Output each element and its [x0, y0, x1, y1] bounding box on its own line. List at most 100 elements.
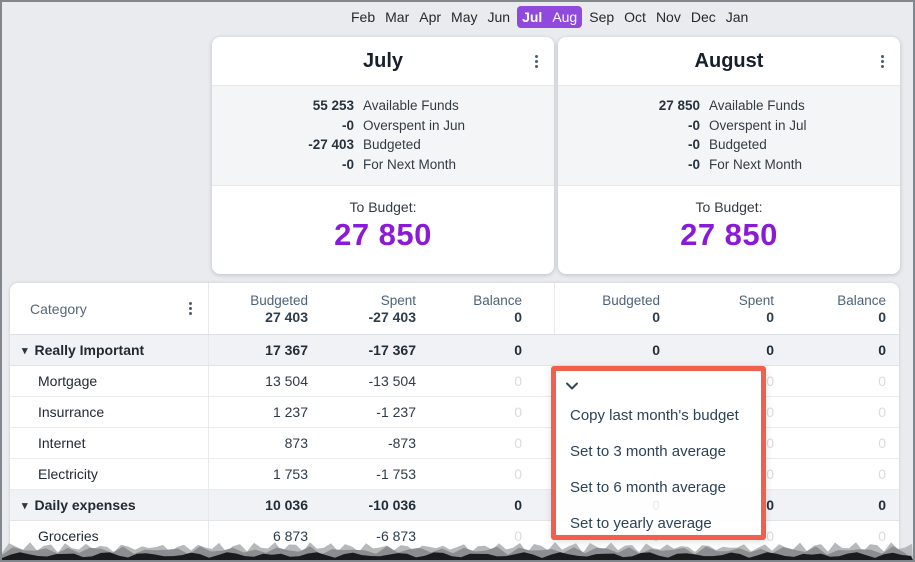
card-title-july: July	[363, 50, 403, 73]
month-selector: FebMarAprMayJunJulAugSepOctNovDecJan	[346, 2, 753, 31]
month-tab-jan[interactable]: Jan	[721, 6, 754, 28]
cell-value[interactable]: 0	[555, 342, 660, 358]
stat-label: Available Funds	[363, 96, 459, 116]
stat-value: -0	[558, 155, 700, 175]
header-august-spent[interactable]: Spent 0	[660, 283, 774, 334]
month-card-august: August 27 850Available Funds-0Overspent …	[558, 37, 900, 274]
budget-actions-menu: Copy last month's budgetSet to 3 month a…	[551, 366, 766, 540]
category-name: Insurrance	[10, 397, 209, 427]
stat-label: Budgeted	[363, 135, 421, 155]
menu-item-set-to-yearly-average[interactable]: Set to yearly average	[556, 506, 761, 542]
month-tab-feb[interactable]: Feb	[346, 6, 380, 28]
cell-value[interactable]: 17 367	[209, 342, 308, 358]
category-name: Internet	[10, 428, 209, 458]
cell-value[interactable]: 0	[416, 466, 522, 482]
header-july-balance[interactable]: Balance 0	[416, 283, 522, 334]
month-tab-mar[interactable]: Mar	[380, 6, 414, 28]
category-header-label: Category	[30, 301, 87, 317]
month-tab-apr[interactable]: Apr	[414, 6, 446, 28]
card-header: July	[212, 37, 554, 86]
card-stats-july: 55 253Available Funds-0Overspent in Jun-…	[212, 86, 554, 186]
chevron-down-icon[interactable]	[565, 378, 579, 396]
category-name: Electricity	[10, 459, 209, 489]
cell-value[interactable]: 0	[774, 342, 886, 358]
cell-value[interactable]: 0	[774, 435, 886, 451]
to-budget-value: 27 850	[212, 217, 554, 253]
caret-down-icon[interactable]: ▾	[22, 344, 28, 357]
cell-value[interactable]: 0	[416, 342, 522, 358]
header-august-budgeted[interactable]: Budgeted 0	[555, 283, 660, 334]
menu-item-copy-last-month-s-budget[interactable]: Copy last month's budget	[556, 398, 761, 434]
caret-down-icon[interactable]: ▾	[22, 499, 28, 512]
cell-value[interactable]: -13 504	[308, 373, 416, 389]
kebab-menu-icon[interactable]	[531, 51, 542, 72]
cell-value[interactable]: -10 036	[308, 497, 416, 513]
month-tab-jun[interactable]: Jun	[483, 6, 516, 28]
stat-label: Overspent in Jun	[363, 116, 465, 136]
cell-value[interactable]: 0	[416, 373, 522, 389]
header-august-balance[interactable]: Balance 0	[774, 283, 886, 334]
stat-value: -0	[558, 135, 700, 155]
menu-item-set-to-6-month-average[interactable]: Set to 6 month average	[556, 470, 761, 506]
stat-line: 55 253Available Funds	[212, 96, 554, 116]
category-label: Electricity	[38, 466, 98, 482]
category-name: ▾ Daily expenses	[10, 490, 209, 520]
stat-value: -0	[212, 116, 354, 136]
stat-label: For Next Month	[709, 155, 802, 175]
stat-label: Overspent in Jul	[709, 116, 807, 136]
cell-value[interactable]: 0	[774, 466, 886, 482]
cell-value[interactable]: 10 036	[209, 497, 308, 513]
to-budget-value: 27 850	[558, 217, 900, 253]
month-tab-jul[interactable]: Jul	[517, 6, 547, 28]
cell-value[interactable]: 0	[774, 404, 886, 420]
cell-value[interactable]: 0	[416, 435, 522, 451]
category-header-cell: Category	[10, 283, 209, 334]
cell-value[interactable]: -1 753	[308, 466, 416, 482]
table-row-really-important[interactable]: ▾Really Important17 367-17 3670000	[10, 335, 899, 366]
stat-value: -0	[212, 155, 354, 175]
cell-value[interactable]: -17 367	[308, 342, 416, 358]
header-july-spent[interactable]: Spent -27 403	[308, 283, 416, 334]
stat-line: -27 403Budgeted	[212, 135, 554, 155]
cell-value[interactable]: 0	[416, 404, 522, 420]
to-budget-block-july: To Budget: 27 850	[212, 186, 554, 253]
month-tab-sep[interactable]: Sep	[584, 6, 619, 28]
month-tab-nov[interactable]: Nov	[651, 6, 686, 28]
cell-value[interactable]: 1 237	[209, 404, 308, 420]
category-label: Daily expenses	[35, 497, 136, 513]
menu-item-set-to-3-month-average[interactable]: Set to 3 month average	[556, 434, 761, 470]
month-tab-aug[interactable]: Aug	[547, 6, 582, 28]
stat-label: Budgeted	[709, 135, 767, 155]
cell-value[interactable]: -1 237	[308, 404, 416, 420]
stat-line: -0 For Next Month	[558, 155, 900, 175]
cell-value[interactable]: 873	[209, 435, 308, 451]
cell-value[interactable]: 0	[774, 497, 886, 513]
card-title-august: August	[695, 50, 764, 73]
cell-value[interactable]: 0	[416, 497, 522, 513]
month-tab-dec[interactable]: Dec	[686, 6, 721, 28]
header-july-budgeted[interactable]: Budgeted 27 403	[209, 283, 308, 334]
kebab-menu-icon[interactable]	[185, 298, 196, 319]
month-tab-oct[interactable]: Oct	[619, 6, 651, 28]
kebab-menu-icon[interactable]	[877, 51, 888, 72]
month-card-july: July 55 253Available Funds-0Overspent in…	[212, 37, 554, 274]
category-label: Internet	[38, 435, 85, 451]
table-header-row: Category Budgeted 27 403 Spent -27 403 B…	[10, 283, 899, 335]
cell-value[interactable]: 0	[774, 373, 886, 389]
stat-line: -0 Overspent in Jul	[558, 116, 900, 136]
stat-value: -0	[558, 116, 700, 136]
stat-line: -0 Overspent in Jun	[212, 116, 554, 136]
selected-months-pill: JulAug	[517, 6, 582, 28]
cell-value[interactable]: 13 504	[209, 373, 308, 389]
to-budget-label: To Budget:	[212, 199, 554, 215]
category-label: Mortgage	[38, 373, 97, 389]
stat-label: For Next Month	[363, 155, 456, 175]
cell-value[interactable]: -873	[308, 435, 416, 451]
cell-value[interactable]: 0	[660, 342, 774, 358]
cell-value[interactable]: 1 753	[209, 466, 308, 482]
menu-items: Copy last month's budgetSet to 3 month a…	[556, 398, 761, 542]
stat-value: 27 850	[558, 96, 700, 116]
category-name: Mortgage	[10, 366, 209, 396]
month-tab-may[interactable]: May	[446, 6, 482, 28]
month-selector-bar: FebMarAprMayJunJulAugSepOctNovDecJan	[2, 2, 913, 31]
